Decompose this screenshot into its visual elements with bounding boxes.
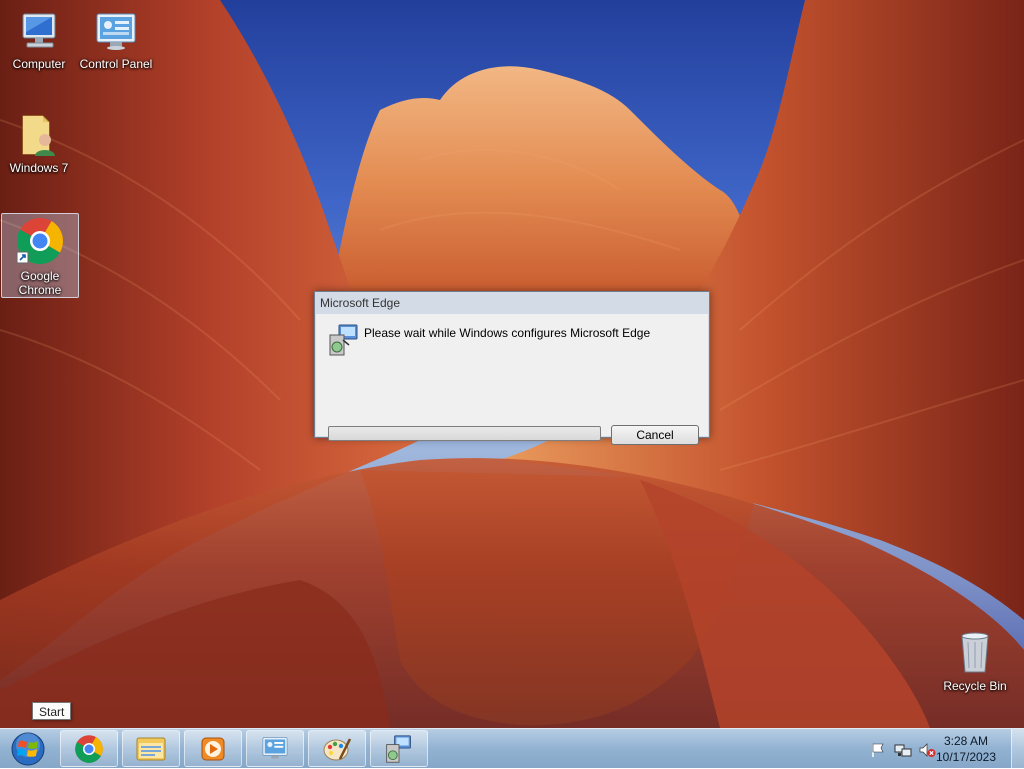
chrome-icon xyxy=(16,218,64,265)
installer-setup-icon xyxy=(386,734,411,763)
action-center-flag-icon[interactable] xyxy=(870,742,886,758)
cancel-button[interactable]: Cancel xyxy=(611,425,699,445)
start-button[interactable] xyxy=(4,730,52,768)
control-panel-icon xyxy=(262,736,288,759)
taskbar-chrome-button[interactable] xyxy=(60,730,118,767)
desktop-icon-recycle-bin[interactable]: Recycle Bin xyxy=(937,630,1013,693)
dialog-message: Please wait while Windows configures Mic… xyxy=(364,326,651,340)
desktop-icon-label: Windows 7 xyxy=(9,161,69,175)
desktop-icon-google-chrome[interactable]: Google Chrome xyxy=(1,213,79,298)
desktop: Computer Control Panel Windows 7 Google … xyxy=(0,0,1024,728)
recycle-bin-icon xyxy=(961,632,989,673)
taskbar-media-player-button[interactable] xyxy=(184,730,242,767)
taskbar: 3:28 AM 10/17/2023 xyxy=(0,728,1024,769)
taskbar-explorer-button[interactable] xyxy=(122,730,180,767)
desktop-icon-control-panel[interactable]: Control Panel xyxy=(78,10,154,71)
configure-progress-bar xyxy=(328,426,601,441)
windows-orb-icon xyxy=(11,732,45,766)
desktop-icon-windows7-user[interactable]: Windows 7 xyxy=(1,112,77,175)
dialog-title: Microsoft Edge xyxy=(320,296,401,310)
desktop-icon-label: Computer xyxy=(12,57,66,71)
clock-time[interactable]: 3:28 AM xyxy=(926,734,1006,748)
show-desktop-button[interactable] xyxy=(1011,729,1024,769)
taskbar-control-panel-button[interactable] xyxy=(246,730,304,767)
desktop-icon-label: Google Chrome xyxy=(18,269,62,297)
configure-dialog: Microsoft Edge Please wait while Windows… xyxy=(314,291,710,445)
start-tooltip: Start xyxy=(32,702,72,720)
chrome-icon xyxy=(75,734,103,763)
user-folder-icon xyxy=(22,115,55,156)
media-player-icon xyxy=(201,737,225,760)
desktop-icon-label: Control Panel xyxy=(79,57,153,71)
desktop-icon-label: Recycle Bin xyxy=(943,679,1007,693)
installer-setup-icon xyxy=(329,324,358,356)
control-panel-icon xyxy=(96,13,136,50)
desktop-icon-computer[interactable]: Computer xyxy=(1,10,77,71)
network-icon[interactable] xyxy=(894,742,912,758)
taskbar-paint-button[interactable] xyxy=(308,730,366,767)
paint-icon xyxy=(323,737,352,760)
dialog-body: Please wait while Windows configures Mic… xyxy=(316,314,708,445)
system-tray: 3:28 AM 10/17/2023 xyxy=(864,729,1024,769)
file-explorer-icon xyxy=(136,737,166,760)
clock-date[interactable]: 10/17/2023 xyxy=(926,750,1006,764)
taskbar-installer-button[interactable] xyxy=(370,730,428,767)
computer-icon xyxy=(22,13,56,48)
